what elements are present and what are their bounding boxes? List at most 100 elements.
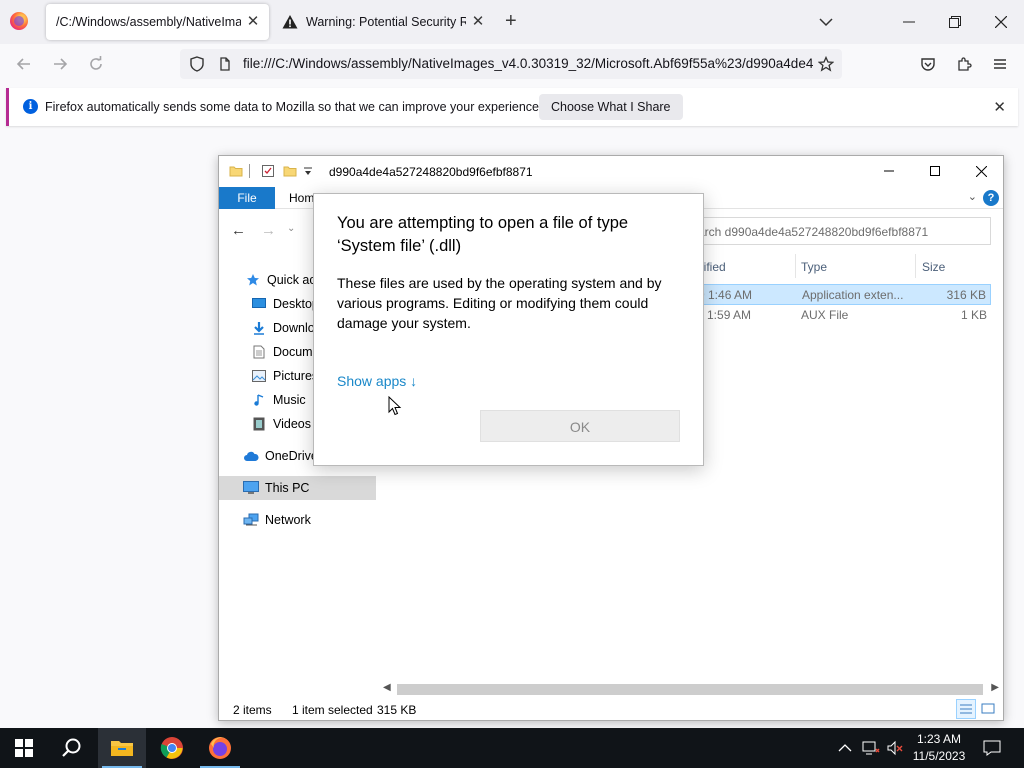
nav-label: This PC bbox=[265, 481, 310, 495]
nav-label: Pictures bbox=[273, 369, 319, 383]
help-icon[interactable]: ? bbox=[983, 190, 999, 206]
show-hidden-icons[interactable] bbox=[838, 728, 852, 768]
start-button[interactable] bbox=[0, 728, 48, 768]
windows-logo-icon bbox=[15, 739, 33, 757]
music-icon bbox=[251, 392, 267, 408]
minimize-icon[interactable] bbox=[879, 162, 899, 180]
url-text[interactable]: file:///C:/Windows/assembly/NativeImages… bbox=[243, 56, 813, 71]
separator bbox=[249, 164, 250, 178]
open-system-file-dialog: You are attempting to open a file of typ… bbox=[313, 193, 704, 466]
restore-icon[interactable] bbox=[943, 10, 967, 34]
horizontal-scrollbar[interactable]: ◀ ▶ bbox=[379, 682, 1003, 696]
search-box[interactable]: arch d990a4de4a527248820bd9f6efbf8871 bbox=[697, 217, 991, 245]
tab-title: /C:/Windows/assembly/NativeImag bbox=[56, 15, 241, 29]
browser-tab-strip: /C:/Windows/assembly/NativeImag ✕ Warnin… bbox=[0, 0, 1024, 44]
extensions-icon[interactable] bbox=[956, 56, 972, 72]
file-tab[interactable]: File bbox=[219, 187, 275, 209]
file-modified: 9 1:46 AM bbox=[698, 288, 753, 302]
file-size: 316 KB bbox=[946, 288, 986, 302]
dialog-title: You are attempting to open a file of typ… bbox=[337, 214, 629, 255]
tab-security-warning[interactable]: Warning: Potential Security Risk ✕ bbox=[272, 4, 494, 40]
file-type: Application exten... bbox=[802, 288, 904, 302]
pocket-icon[interactable] bbox=[920, 56, 936, 72]
column-separator[interactable] bbox=[795, 254, 796, 278]
chevron-up-icon bbox=[838, 744, 852, 752]
column-size[interactable]: Size bbox=[922, 260, 945, 274]
large-icons-view-icon[interactable] bbox=[978, 699, 998, 719]
cloud-icon bbox=[243, 448, 259, 464]
recent-locations-icon[interactable]: ⌄ bbox=[287, 223, 295, 234]
firefox-icon bbox=[209, 737, 231, 759]
bookmark-star-icon[interactable] bbox=[818, 56, 834, 72]
reload-icon[interactable] bbox=[87, 55, 105, 73]
properties-icon[interactable] bbox=[261, 164, 275, 178]
customize-toolbar-icon[interactable] bbox=[303, 167, 313, 177]
item-count: 2 items bbox=[233, 703, 272, 717]
volume-tray-icon[interactable] bbox=[886, 728, 904, 768]
tab-file-path[interactable]: /C:/Windows/assembly/NativeImag ✕ bbox=[46, 4, 269, 40]
firefox-taskbar-button[interactable] bbox=[196, 728, 244, 768]
shield-icon[interactable] bbox=[189, 56, 205, 72]
file-explorer-taskbar-button[interactable] bbox=[98, 728, 146, 768]
show-apps-link[interactable]: Show apps ↓ bbox=[337, 373, 417, 389]
new-folder-icon[interactable] bbox=[283, 164, 297, 178]
dialog-message: These files are used by the operating sy… bbox=[337, 275, 662, 331]
ok-button[interactable]: OK bbox=[480, 410, 680, 442]
notification-message: Firefox automatically sends some data to… bbox=[45, 100, 543, 114]
system-clock[interactable]: 1:23 AM 11/5/2023 bbox=[905, 731, 973, 765]
file-row[interactable]: 9 1:59 AM AUX File 1 KB bbox=[697, 305, 991, 326]
choose-what-i-share-button[interactable]: Choose What I Share bbox=[539, 94, 683, 120]
close-notification-icon[interactable]: ✕ bbox=[993, 98, 1006, 116]
tab-title: Warning: Potential Security Risk bbox=[306, 15, 466, 29]
desktop-icon bbox=[251, 296, 267, 312]
forward-icon[interactable]: → bbox=[261, 222, 276, 239]
back-icon[interactable] bbox=[15, 55, 33, 73]
maximize-icon[interactable] bbox=[925, 162, 945, 180]
forward-icon[interactable] bbox=[51, 55, 69, 73]
file-explorer-icon bbox=[111, 741, 133, 756]
mouse-cursor-icon bbox=[388, 396, 402, 416]
scrollbar-thumb[interactable] bbox=[397, 684, 983, 695]
search-icon bbox=[62, 738, 81, 757]
new-tab-icon[interactable]: + bbox=[505, 11, 517, 31]
column-type[interactable]: Type bbox=[801, 260, 827, 274]
file-row[interactable]: 9 1:46 AM Application exten... 316 KB bbox=[697, 284, 991, 305]
pictures-icon bbox=[251, 368, 267, 384]
firefox-logo-icon[interactable] bbox=[10, 12, 28, 30]
notifications-button[interactable] bbox=[983, 728, 1001, 768]
chrome-taskbar-button[interactable] bbox=[148, 728, 196, 768]
nav-label: Network bbox=[265, 513, 311, 527]
search-button[interactable] bbox=[48, 728, 96, 768]
page-info-icon[interactable] bbox=[217, 56, 233, 72]
file-size: 1 KB bbox=[960, 308, 987, 322]
url-bar[interactable]: file:///C:/Windows/assembly/NativeImages… bbox=[180, 49, 842, 79]
nav-label: Desktop bbox=[273, 297, 319, 311]
column-separator[interactable] bbox=[915, 254, 916, 278]
notification-icon bbox=[983, 740, 1001, 756]
scroll-right-icon[interactable]: ▶ bbox=[991, 682, 999, 693]
clock-date: 11/5/2023 bbox=[912, 749, 966, 763]
network-status-icon bbox=[862, 741, 880, 755]
back-icon[interactable]: ← bbox=[231, 222, 246, 239]
tab-close-icon[interactable]: ✕ bbox=[470, 14, 486, 30]
minimize-icon[interactable] bbox=[897, 10, 921, 34]
nav-label: OneDrive bbox=[265, 449, 318, 463]
app-menu-icon[interactable] bbox=[992, 56, 1008, 72]
close-window-icon[interactable] bbox=[989, 10, 1013, 34]
list-all-tabs-icon[interactable] bbox=[818, 14, 834, 30]
tab-close-icon[interactable]: ✕ bbox=[245, 14, 261, 30]
nav-this-pc[interactable]: This PC bbox=[219, 476, 376, 500]
status-bar: 2 items 1 item selected 315 KB bbox=[219, 698, 1003, 720]
network-icon bbox=[243, 512, 259, 528]
videos-icon bbox=[251, 416, 267, 432]
details-view-icon[interactable] bbox=[956, 699, 976, 719]
home-tab[interactable]: Hom bbox=[289, 191, 314, 205]
column-headers: dified Type Size bbox=[697, 254, 993, 278]
info-icon: i bbox=[23, 99, 38, 114]
expand-ribbon-icon[interactable]: ⌄ bbox=[968, 190, 977, 203]
close-icon[interactable] bbox=[971, 162, 991, 180]
volume-muted-icon bbox=[887, 740, 903, 756]
network-tray-icon[interactable] bbox=[862, 728, 880, 768]
nav-network[interactable]: Network bbox=[219, 508, 376, 532]
scroll-left-icon[interactable]: ◀ bbox=[383, 682, 391, 693]
